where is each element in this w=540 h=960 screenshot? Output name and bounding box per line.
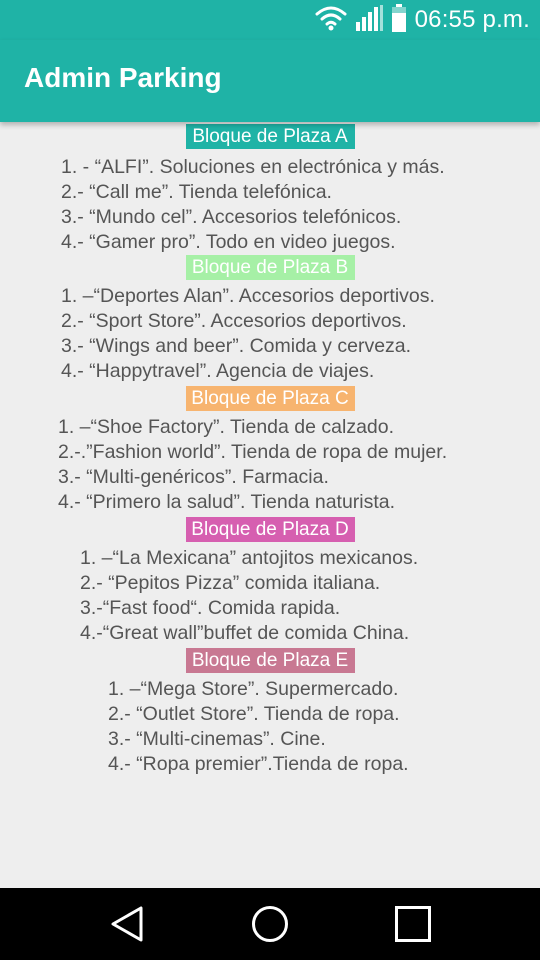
list-item: 3.- “Mundo cel”. Accesorios telefónicos. [61, 206, 402, 228]
list-item: 1. –“Shoe Factory”. Tienda de calzado. [58, 416, 395, 438]
block-b-header: Bloque de Plaza B [185, 255, 355, 280]
block-d-list: 1. –“La Mexicana” antojitos mexicanos. 2… [80, 546, 418, 646]
list-item: 2.- “Outlet Store”. Tienda de ropa. [108, 703, 400, 725]
list-item: 1. –“Mega Store”. Supermercado. [108, 678, 399, 700]
list-item: 1. –“La Mexicana” antojitos mexicanos. [80, 547, 419, 569]
app-bar: Admin Parking [0, 40, 540, 122]
status-time: 06:55 p.m. [414, 6, 530, 33]
list-item: 2.-.”Fashion world”. Tienda de ropa de m… [58, 441, 448, 463]
block-c-header: Bloque de Plaza C [185, 386, 355, 411]
app-title: Admin Parking [24, 62, 222, 93]
block-e-list: 1. –“Mega Store”. Supermercado. 2.- “Out… [108, 677, 409, 777]
list-item: 2.- “Pepitos Pizza” comida italiana. [80, 572, 381, 594]
navigation-bar [0, 888, 540, 960]
list-item: 4.- “Primero la salud”. Tienda naturista… [58, 491, 396, 513]
status-icons: 06:55 p.m. [315, 3, 530, 37]
block-d: Bloque de Plaza D 1. –“La Mexicana” anto… [0, 517, 540, 644]
list-item: 4.- “Ropa premier”.Tienda de ropa. [108, 753, 409, 775]
list-item: 4.- “Gamer pro”. Todo en video juegos. [61, 231, 396, 253]
block-a-header: Bloque de Plaza A [185, 124, 355, 149]
block-b: Bloque de Plaza B 1. –“Deportes Alan”. A… [0, 255, 540, 382]
block-e-header: Bloque de Plaza E [185, 648, 355, 673]
recents-button[interactable] [393, 904, 433, 944]
status-bar: 06:55 p.m. [0, 0, 540, 40]
list-item: 1. - “ALFI”. Soluciones en electrónica y… [61, 156, 445, 178]
block-a-list: 1. - “ALFI”. Soluciones en electrónica y… [61, 155, 445, 255]
list-item: 4.- “Happytravel”. Agencia de viajes. [61, 360, 375, 382]
block-a: Bloque de Plaza A 1. - “ALFI”. Solucione… [0, 124, 540, 253]
back-button[interactable] [107, 904, 147, 944]
block-e: Bloque de Plaza E 1. –“Mega Store”. Supe… [0, 648, 540, 775]
block-c: Bloque de Plaza C 1. –“Shoe Factory”. Ti… [0, 386, 540, 513]
block-d-header: Bloque de Plaza D [185, 517, 355, 542]
list-item: 3.-“Fast food“. Comida rapida. [80, 597, 341, 619]
content: Bloque de Plaza A 1. - “ALFI”. Solucione… [0, 122, 540, 888]
list-item: 2.- “Call me”. Tienda telefónica. [61, 181, 332, 203]
battery-icon [391, 3, 407, 37]
signal-icon [355, 4, 383, 36]
home-button[interactable] [250, 904, 290, 944]
list-item: 2.- “Sport Store”. Accesorios deportivos… [61, 310, 407, 332]
list-item: 1. –“Deportes Alan”. Accesorios deportiv… [61, 285, 435, 307]
list-item: 3.- “Multi-cinemas”. Cine. [108, 728, 326, 750]
back-icon [107, 906, 147, 948]
home-icon [250, 906, 290, 948]
block-b-list: 1. –“Deportes Alan”. Accesorios deportiv… [61, 284, 435, 384]
recents-icon [393, 906, 433, 948]
block-c-list: 1. –“Shoe Factory”. Tienda de calzado. 2… [58, 415, 447, 515]
list-item: 3.- “Wings and beer”. Comida y cerveza. [61, 335, 412, 357]
wifi-icon [315, 5, 347, 36]
list-item: 3.- “Multi-genéricos”. Farmacia. [58, 466, 329, 488]
list-item: 4.-“Great wall”buffet de comida China. [80, 622, 410, 644]
